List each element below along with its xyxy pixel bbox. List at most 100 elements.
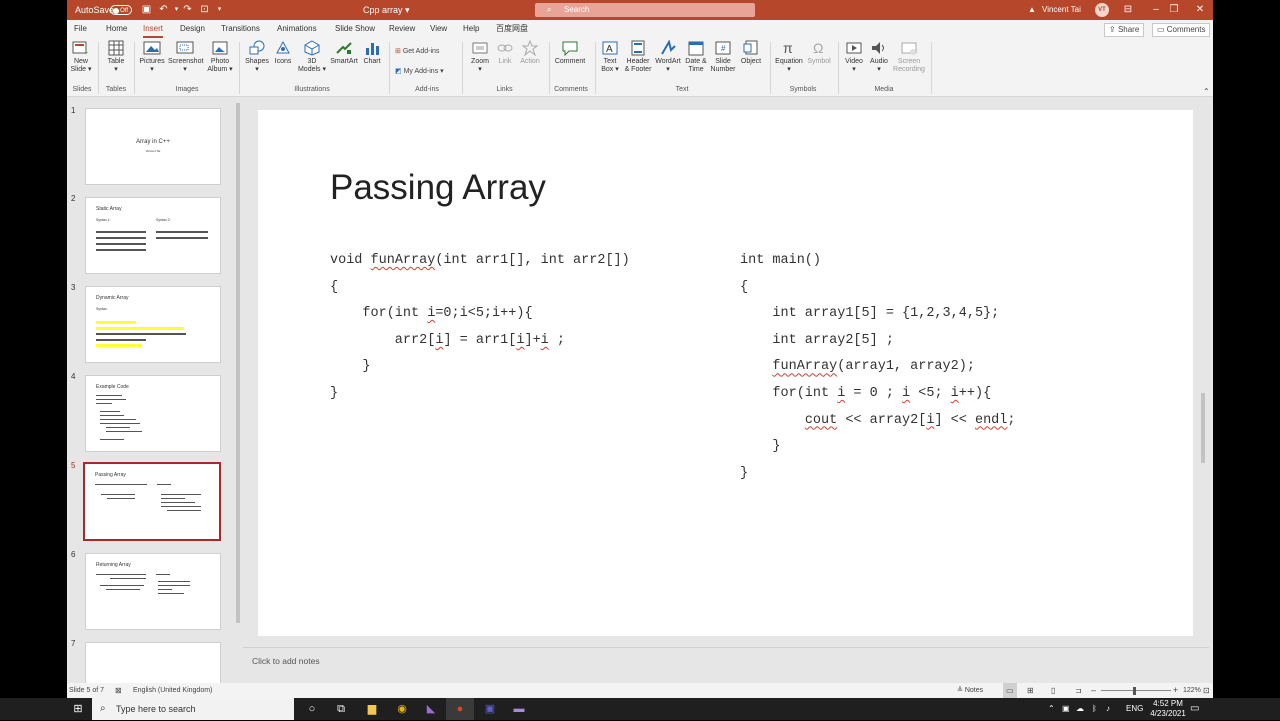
clock[interactable]: 4:52 PM 4/23/2021 [1150, 699, 1186, 721]
symbol-button[interactable]: Ω Symbol [806, 40, 832, 66]
redo-icon[interactable]: ↷ [182, 4, 193, 15]
accessibility-icon[interactable]: ⊠ [115, 683, 122, 698]
user-name[interactable]: Vincent Tai [1042, 0, 1081, 20]
cortana-icon[interactable]: ○ [298, 698, 326, 720]
tab-insert[interactable]: Insert [143, 20, 164, 38]
cloud-icon[interactable]: ☁ [1076, 698, 1084, 720]
object-button[interactable]: Object [739, 40, 763, 66]
chrome-icon[interactable]: ◉ [388, 698, 416, 720]
powerpoint-taskbar-icon[interactable]: ● [446, 698, 474, 720]
undo-icon[interactable]: ↶ [158, 4, 169, 15]
shapes-button[interactable]: Shapes ▾ [245, 40, 269, 74]
fit-slide-icon[interactable]: ⊡ [1203, 683, 1210, 698]
zoom-level[interactable]: 122% [1183, 683, 1201, 698]
slide-sorter-icon[interactable]: ⊞ [1027, 683, 1034, 698]
autosave-toggle[interactable]: Off [110, 5, 132, 15]
link-button[interactable]: Link [495, 40, 515, 66]
normal-view-icon[interactable]: ▭ [1003, 683, 1017, 698]
slide-thumbnail-4[interactable]: Example Code [85, 375, 221, 452]
slide-thumbnail-3[interactable]: Dynamic Array Syntax [85, 286, 221, 363]
photo-album-button[interactable]: Photo Album ▾ [205, 40, 235, 74]
close-button[interactable]: ✕ [1187, 0, 1213, 20]
slide-title[interactable]: Passing Array [330, 168, 546, 208]
pictures-button[interactable]: Pictures ▾ [139, 40, 165, 74]
customize-toolbar-icon[interactable]: ▾ [214, 4, 225, 15]
screenshot-button[interactable]: Screenshot ▾ [168, 40, 203, 74]
windows-start-icon[interactable]: ⊞ [64, 698, 92, 720]
new-slide-button[interactable]: + New Slide ▾ [70, 40, 92, 74]
table-button[interactable]: Table ▾ [105, 40, 127, 74]
tab-animations[interactable]: Animations [277, 20, 317, 38]
ribbon-display-icon[interactable]: ⊟ [1115, 0, 1141, 20]
header-footer-button[interactable]: Header & Footer [624, 40, 652, 74]
slide-scrollbar[interactable] [1199, 97, 1207, 643]
slideshow-view-icon[interactable]: ⊐ [1075, 683, 1082, 698]
zoom-in-icon[interactable]: + [1173, 683, 1178, 698]
date-time-button[interactable]: Date & Time [684, 40, 708, 74]
teams-icon[interactable]: ▣ [476, 698, 504, 720]
screen-recording-button[interactable]: Screen Recording [892, 40, 926, 74]
file-explorer-icon[interactable]: ▆ [358, 698, 386, 720]
tab-view[interactable]: View [430, 20, 447, 38]
save-icon[interactable]: ▣ [141, 4, 152, 15]
app-icon[interactable]: ▬ [505, 698, 533, 720]
comments-button[interactable]: ▭ Comments [1152, 23, 1211, 37]
tab-home[interactable]: Home [106, 20, 127, 38]
thumbnails-scrollbar[interactable] [234, 97, 242, 683]
chevron-down-icon[interactable]: ▾ [171, 4, 182, 15]
network-icon[interactable]: ▣ [1062, 698, 1070, 720]
3d-models-button[interactable]: 3D Models ▾ [297, 40, 327, 74]
zoom-slider-thumb[interactable] [1133, 687, 1136, 695]
reading-view-icon[interactable]: ▯ [1051, 683, 1055, 698]
visual-studio-icon[interactable]: ◣ [417, 698, 445, 720]
icons-button[interactable]: Icons [272, 40, 294, 66]
chart-button[interactable]: Chart [361, 40, 383, 66]
my-addins-button[interactable]: ◩ My Add-ins ▾ [395, 67, 444, 75]
equation-button[interactable]: π Equation ▾ [774, 40, 804, 74]
zoom-slider[interactable] [1101, 690, 1171, 691]
present-icon[interactable]: ⊡ [199, 4, 210, 15]
video-button[interactable]: Video ▾ [843, 40, 865, 74]
slide-thumbnail-5-selected[interactable]: Passing Array [83, 462, 221, 541]
slide-thumbnail-2[interactable]: Static Array Syntax 1: Syntax 2: [85, 197, 221, 274]
tab-transitions[interactable]: Transitions [221, 20, 260, 38]
restore-button[interactable]: ❐ [1161, 0, 1187, 20]
notification-icon[interactable]: ▭ [1190, 698, 1199, 720]
code-block-left[interactable]: void funArray(int arr1[], int arr2[]) { … [330, 248, 630, 408]
tab-baidu[interactable]: 百度网盘 [496, 20, 528, 38]
share-button[interactable]: ⇪ Share [1104, 23, 1145, 37]
bluetooth-icon[interactable]: ᛒ [1092, 698, 1097, 720]
audio-button[interactable]: Audio ▾ [868, 40, 890, 74]
slide-number-button[interactable]: # Slide Number [709, 40, 737, 74]
notes-pane[interactable]: Click to add notes [243, 647, 1209, 683]
zoom-out-icon[interactable]: – [1091, 683, 1096, 698]
wordart-button[interactable]: WordArt ▾ [654, 40, 682, 74]
code-block-right[interactable]: int main() { int array1[5] = {1,2,3,4,5}… [740, 248, 1015, 487]
get-addins-button[interactable]: ⊞ Get Add-ins [395, 47, 439, 55]
slide-thumbnail-1[interactable]: Array in C++ Vincent Tai [85, 108, 221, 185]
document-title[interactable]: Cpp array ▾ [363, 0, 410, 20]
search-box[interactable]: ⌕ Search [535, 3, 755, 17]
action-button[interactable]: Action [518, 40, 542, 66]
notes-toggle[interactable]: ≜ Notes [957, 683, 983, 698]
input-language[interactable]: ENG [1126, 698, 1143, 720]
zoom-button[interactable]: Zoom ▾ [468, 40, 492, 74]
slide-canvas[interactable]: Passing Array void funArray(int arr1[], … [258, 110, 1193, 636]
smartart-button[interactable]: SmartArt [329, 40, 359, 66]
slide-thumbnail-7[interactable] [85, 642, 221, 684]
tab-design[interactable]: Design [180, 20, 205, 38]
comment-button[interactable]: Comment [553, 40, 587, 66]
language-indicator[interactable]: English (United Kingdom) [133, 683, 212, 698]
tab-file[interactable]: File [74, 20, 87, 38]
text-box-button[interactable]: A Text Box ▾ [599, 40, 621, 74]
collapse-ribbon-icon[interactable]: ⌃ [1203, 87, 1210, 96]
warning-icon[interactable]: ▲ [1028, 0, 1036, 20]
tray-chevron-icon[interactable]: ⌃ [1048, 698, 1055, 720]
tab-review[interactable]: Review [389, 20, 415, 38]
tab-help[interactable]: Help [463, 20, 479, 38]
tab-slide-show[interactable]: Slide Show [335, 20, 375, 38]
slide-thumbnail-6[interactable]: Returning Array [85, 553, 221, 630]
speaker-icon[interactable]: ♪ [1106, 698, 1110, 720]
avatar[interactable]: VT [1095, 3, 1109, 17]
task-view-icon[interactable]: ⧉ [327, 698, 355, 720]
